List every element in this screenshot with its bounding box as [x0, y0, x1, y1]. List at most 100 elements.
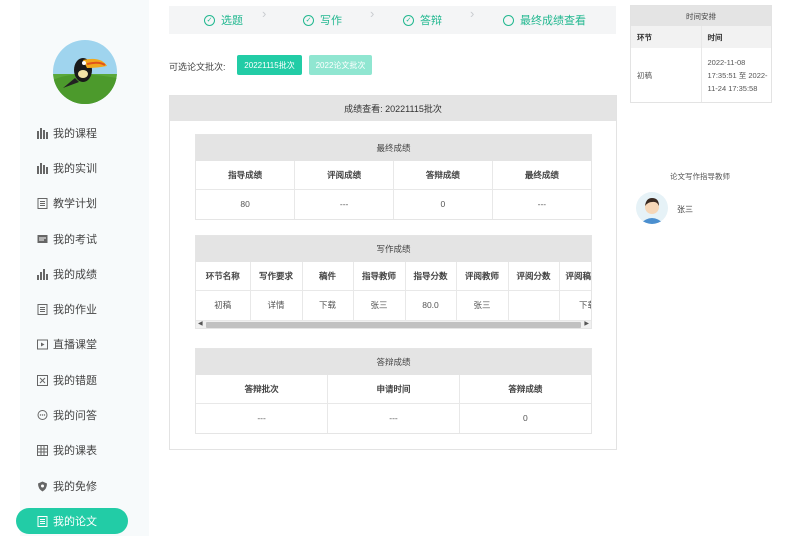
- check-circle-icon: ✓: [303, 14, 314, 26]
- defense-grade-title: 答辩成绩: [196, 349, 591, 375]
- table-cell: 张三: [353, 290, 406, 320]
- col-header: 评阅成绩: [294, 161, 394, 190]
- col-header: 答辩成绩: [393, 161, 493, 190]
- final-grade-title: 最终成绩: [196, 135, 591, 161]
- step-final-grade[interactable]: 最终成绩查看: [503, 6, 586, 34]
- col-header: 答辩成绩: [459, 375, 591, 404]
- sidebar-item-label: 我的论文: [53, 516, 97, 528]
- col-header: 指导成绩: [196, 161, 296, 190]
- sidebar-item-label: 我的错题: [53, 375, 97, 387]
- sidebar-item-10[interactable]: 我的课表: [16, 437, 128, 463]
- table-cell: 张三: [456, 290, 509, 320]
- col-header: 最终成绩: [492, 161, 591, 190]
- chevron-right-icon: ›: [370, 6, 375, 21]
- tutor-avatar: [636, 192, 668, 224]
- error-book-icon: [36, 374, 48, 386]
- sidebar-item-9[interactable]: 我的问答: [16, 402, 128, 428]
- batch-button-20221115[interactable]: 20221115批次: [237, 55, 302, 75]
- step-topic[interactable]: ✓ 选题: [204, 6, 243, 34]
- user-avatar[interactable]: [53, 40, 117, 104]
- writing-grade-title: 写作成绩: [196, 236, 591, 262]
- table-row: --- --- 0: [196, 403, 591, 433]
- chat-icon: [36, 409, 48, 421]
- col-header: 指导分数: [405, 262, 457, 291]
- sidebar-item-6[interactable]: 我的作业: [16, 296, 128, 322]
- table-cell: 初稿: [631, 48, 702, 102]
- table-row: 初稿 详情 下载 张三 80.0 张三 下载: [196, 290, 591, 320]
- sidebar-item-label: 我的免修: [53, 481, 97, 493]
- table-cell: 0: [523, 413, 528, 424]
- chevron-right-icon: ›: [262, 6, 267, 21]
- table-cell: 80: [196, 189, 296, 219]
- calendar-grid-icon: [36, 444, 48, 456]
- step-defense[interactable]: ✓ 答辩: [403, 6, 442, 34]
- grade-panel: 成绩查看: 20221115批次 最终成绩 指导成绩 评阅成绩 答辩成绩 最终成…: [169, 95, 617, 450]
- scrollbar-thumb[interactable]: [206, 322, 581, 328]
- batch-label: 可选论文批次:: [169, 62, 226, 72]
- batch-button-2022[interactable]: 2022论文批次: [309, 55, 372, 75]
- chevron-right-icon: ›: [470, 6, 475, 21]
- writing-grade-table: 写作成绩 环节名称 写作要求 稿件 指导教师 指导分数 评阅教师 评阅分数 评阅…: [195, 235, 592, 329]
- step-writing[interactable]: ✓ 写作: [303, 6, 342, 34]
- sidebar-item-12[interactable]: 我的论文: [16, 508, 128, 534]
- sidebar-item-label: 我的考试: [53, 234, 97, 246]
- col-header: 申请时间: [327, 375, 460, 404]
- sidebar-item-7[interactable]: 直播课堂: [16, 331, 128, 357]
- defense-grade-table: 答辩成绩 答辩批次 申请时间 答辩成绩 --- --- 0: [195, 348, 592, 434]
- shield-icon: [36, 480, 48, 492]
- sidebar-item-5[interactable]: 我的成绩: [16, 261, 128, 287]
- sidebar-item-3[interactable]: 教学计划: [16, 190, 128, 216]
- table-row: 80 --- 0 ---: [196, 189, 591, 219]
- table-cell: ---: [327, 403, 460, 433]
- sidebar-item-8[interactable]: 我的错题: [16, 367, 128, 393]
- schedule-title: 时间安排: [631, 6, 771, 26]
- schedule-table: 时间安排 环节 时间 初稿 2022-11-08 17:35:51 至 2022…: [630, 5, 772, 103]
- sidebar-item-4[interactable]: 我的考试: [16, 226, 128, 252]
- col-header: 答辩批次: [196, 375, 329, 404]
- review-download-link[interactable]: 下载: [559, 290, 591, 320]
- scroll-left-icon[interactable]: ◀: [198, 320, 203, 327]
- circle-icon: [503, 14, 514, 26]
- sidebar-item-label: 教学计划: [53, 198, 97, 210]
- download-link[interactable]: 下载: [302, 290, 354, 320]
- table-cell: ---: [196, 403, 329, 433]
- table-cell: ---: [294, 189, 394, 219]
- col-header: 环节名称: [196, 262, 251, 291]
- sidebar-item-1[interactable]: 我的课程: [16, 120, 128, 146]
- check-circle-icon: ✓: [403, 14, 414, 26]
- col-header: 环节: [631, 26, 702, 48]
- horizontal-scrollbar[interactable]: ◀ ▶: [196, 320, 591, 328]
- table-cell: 2022-11-08 17:35:51 至 2022-11-24 17:35:5…: [707, 57, 768, 93]
- table-cell: 80.0: [405, 290, 457, 320]
- sidebar-item-label: 我的问答: [53, 410, 97, 422]
- tutor-name: 张三: [677, 205, 693, 214]
- col-header: 稿件: [302, 262, 354, 291]
- bar-chart-icon: [36, 162, 48, 174]
- message-icon: [36, 233, 48, 245]
- document-icon: [36, 303, 48, 315]
- table-cell: 初稿: [196, 290, 251, 320]
- sidebar-item-label: 我的课程: [53, 128, 97, 140]
- bar-chart-icon: [36, 127, 48, 139]
- sidebar-item-2[interactable]: 我的实训: [16, 155, 128, 181]
- sidebar-item-label: 我的成绩: [53, 269, 97, 281]
- col-header: 指导教师: [353, 262, 406, 291]
- stats-icon: [36, 268, 48, 280]
- sidebar-item-label: 我的作业: [53, 304, 97, 316]
- final-grade-table: 最终成绩 指导成绩 评阅成绩 答辩成绩 最终成绩 80 --- 0 ---: [195, 134, 592, 220]
- sidebar-item-11[interactable]: 我的免修: [16, 473, 128, 499]
- play-icon: [36, 338, 48, 350]
- scroll-right-icon[interactable]: ▶: [584, 320, 589, 327]
- col-header: 评阅教师: [456, 262, 509, 291]
- col-header: 评阅分数: [508, 262, 560, 291]
- document-icon: [36, 197, 48, 209]
- check-circle-icon: ✓: [204, 14, 215, 26]
- details-link[interactable]: 详情: [250, 290, 303, 320]
- table-cell: [508, 290, 560, 320]
- table-cell: ---: [537, 199, 547, 210]
- sidebar-item-label: 我的课表: [53, 445, 97, 457]
- sidebar-item-label: 直播课堂: [53, 339, 97, 351]
- panel-title: 成绩查看: 20221115批次: [170, 96, 616, 121]
- col-header: 评阅稿件: [559, 262, 591, 291]
- sidebar-item-label: 我的实训: [53, 163, 97, 175]
